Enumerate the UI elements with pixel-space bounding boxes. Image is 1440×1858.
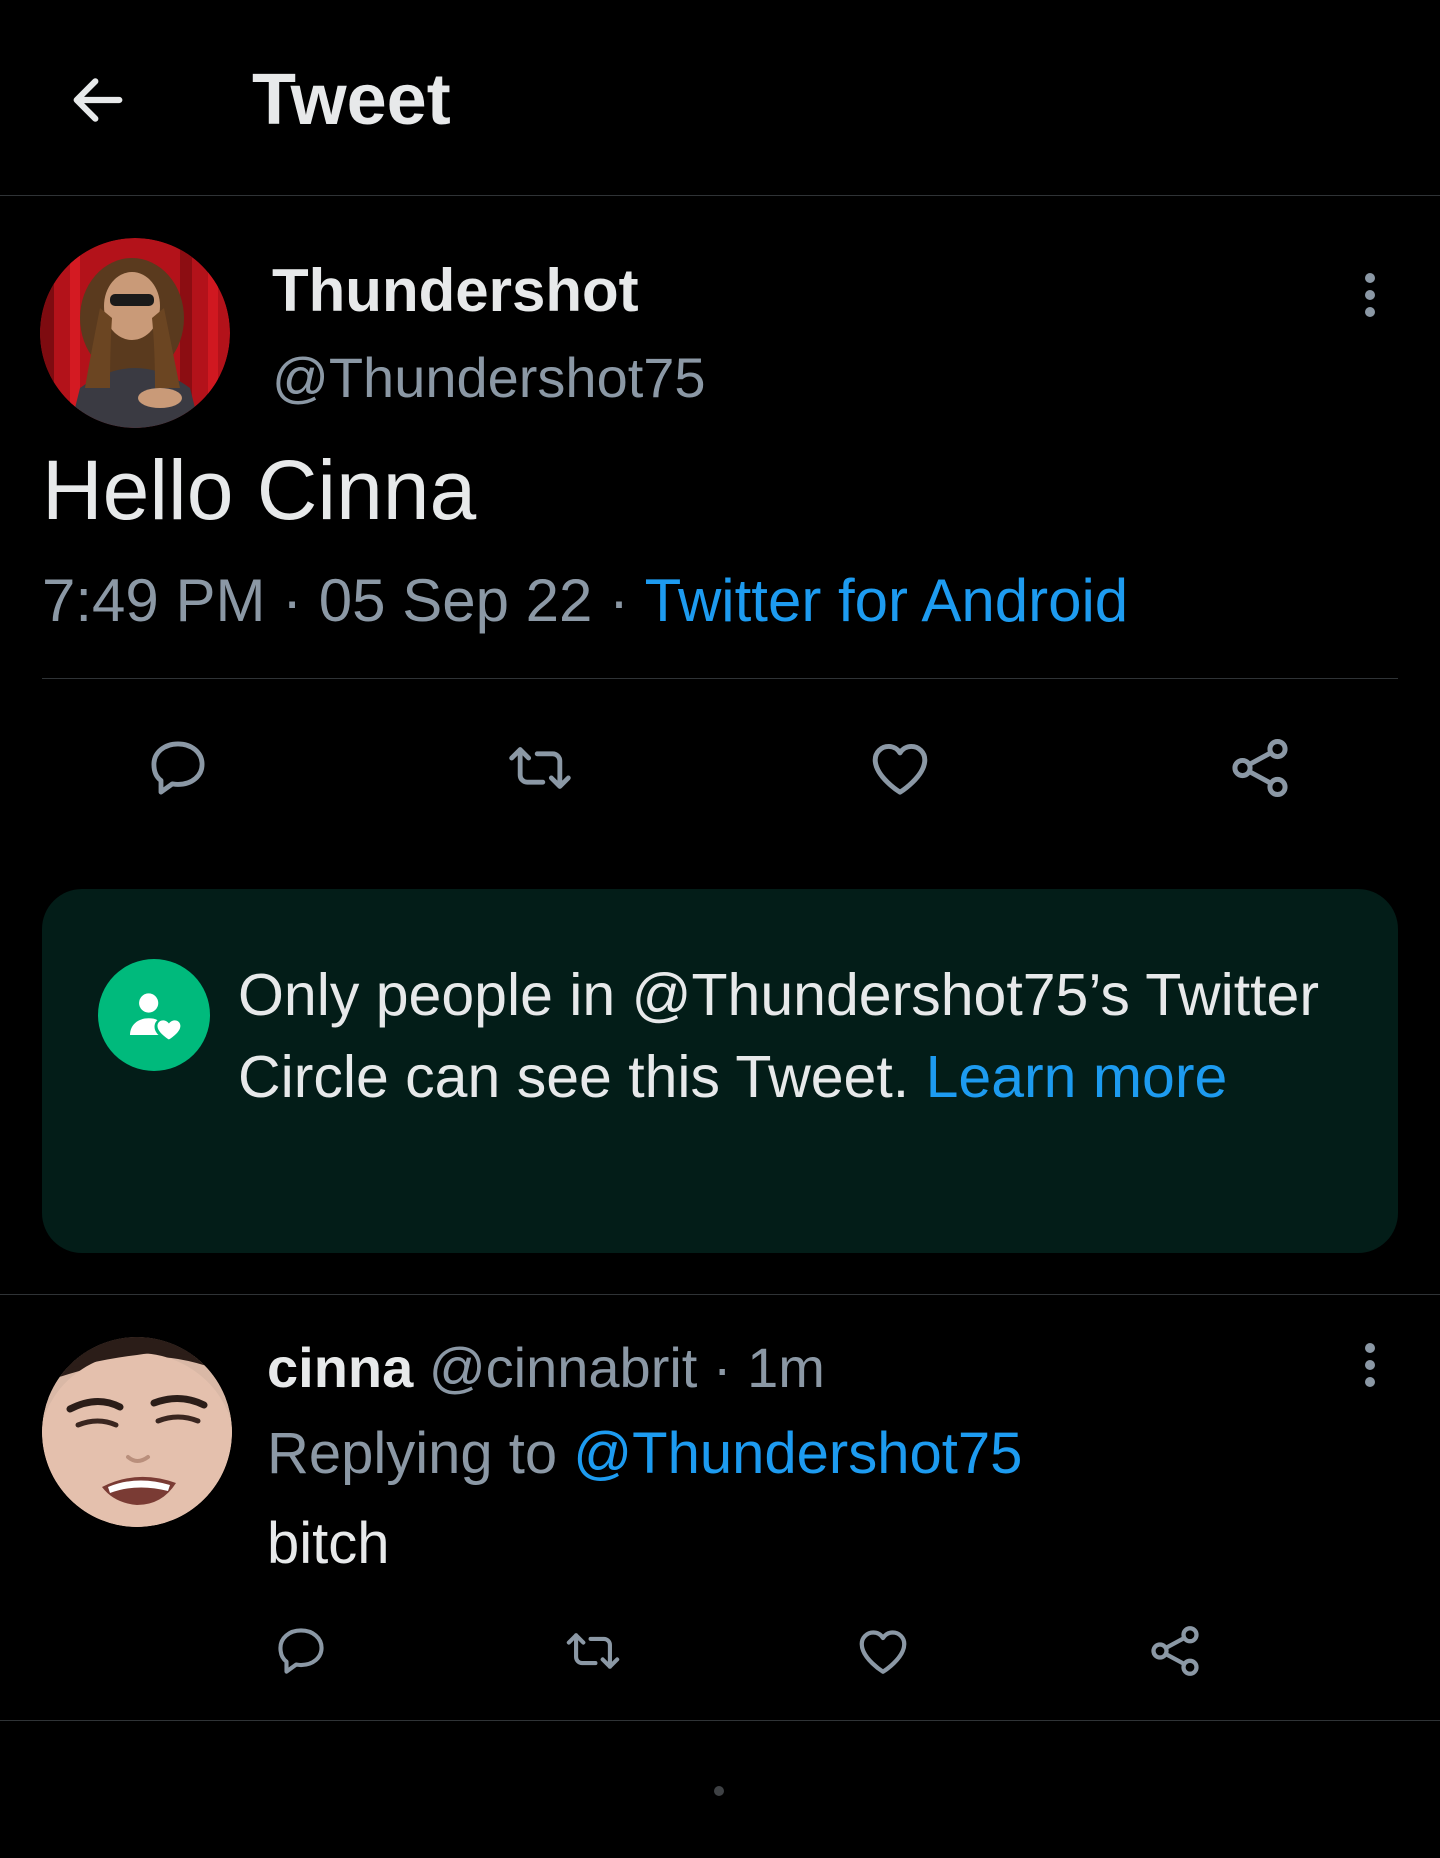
learn-more-link[interactable]: Learn more — [926, 1044, 1228, 1110]
like-button[interactable] — [862, 730, 938, 806]
share-icon — [1151, 1626, 1199, 1676]
reply-age: 1m — [747, 1336, 825, 1399]
replying-to-label: Replying to — [267, 1421, 558, 1486]
reply-reply-button[interactable] — [268, 1618, 334, 1684]
like-icon — [859, 1630, 907, 1674]
replying-to-handle-link[interactable]: @Thundershot75 — [573, 1421, 1022, 1486]
divider — [0, 1294, 1440, 1295]
reply-like-button[interactable] — [850, 1618, 916, 1684]
meta-separator: · — [609, 567, 630, 634]
reply-author-avatar[interactable] — [42, 1337, 232, 1527]
share-icon — [1232, 738, 1288, 798]
loading-indicator-dot — [714, 1786, 724, 1796]
reply-retweet-button[interactable] — [558, 1618, 628, 1684]
tweet-date: 05 Sep 22 — [318, 567, 593, 634]
retweet-icon — [509, 747, 571, 789]
more-vertical-icon — [1365, 273, 1375, 317]
meta-separator: · — [282, 567, 303, 634]
reply-button[interactable] — [140, 730, 216, 806]
arrow-left-icon — [73, 78, 123, 122]
reply-handle[interactable]: @cinnabrit — [429, 1336, 698, 1399]
divider — [42, 678, 1398, 679]
reply-display-name[interactable]: cinna — [267, 1336, 413, 1399]
reply-header: cinna @cinnabrit · 1m — [267, 1335, 825, 1401]
share-button[interactable] — [1222, 730, 1298, 806]
twitter-circle-notice: Only people in @Thundershot75’s Twitter … — [42, 889, 1398, 1253]
author-photo — [40, 238, 230, 428]
back-button[interactable] — [58, 60, 138, 140]
tweet-more-button[interactable] — [1350, 265, 1390, 325]
reply-separator: · — [712, 1336, 732, 1399]
more-vertical-icon — [1365, 1343, 1375, 1387]
like-icon — [872, 743, 928, 795]
author-display-name[interactable]: Thundershot — [272, 256, 639, 326]
retweet-icon — [566, 1633, 620, 1669]
author-handle[interactable]: @Thundershot75 — [272, 345, 706, 411]
reply-icon — [278, 1628, 324, 1674]
reply-share-button[interactable] — [1142, 1618, 1208, 1684]
reply-more-button[interactable] — [1350, 1335, 1390, 1395]
author-avatar[interactable] — [40, 238, 230, 428]
divider — [0, 1720, 1440, 1721]
tweet-meta: 7:49 PM · 05 Sep 22 · Twitter for Androi… — [42, 566, 1128, 636]
reply-text: bitch — [267, 1511, 390, 1576]
tweet-time: 7:49 PM — [42, 567, 266, 634]
retweet-button[interactable] — [500, 730, 580, 806]
replying-to-line: Replying to @Thundershot75 — [267, 1420, 1022, 1488]
tweet-text: Hello Cinna — [42, 443, 477, 537]
circle-badge — [98, 959, 210, 1071]
twitter-circle-icon — [130, 993, 181, 1040]
page-title: Tweet — [252, 60, 451, 140]
top-app-bar: Tweet — [0, 0, 1440, 196]
reply-icon — [151, 741, 205, 795]
reply-author-photo — [42, 1337, 232, 1527]
circle-notice-text: Only people in @Thundershot75’s Twitter … — [238, 954, 1348, 1118]
tweet-source-link[interactable]: Twitter for Android — [645, 567, 1129, 634]
